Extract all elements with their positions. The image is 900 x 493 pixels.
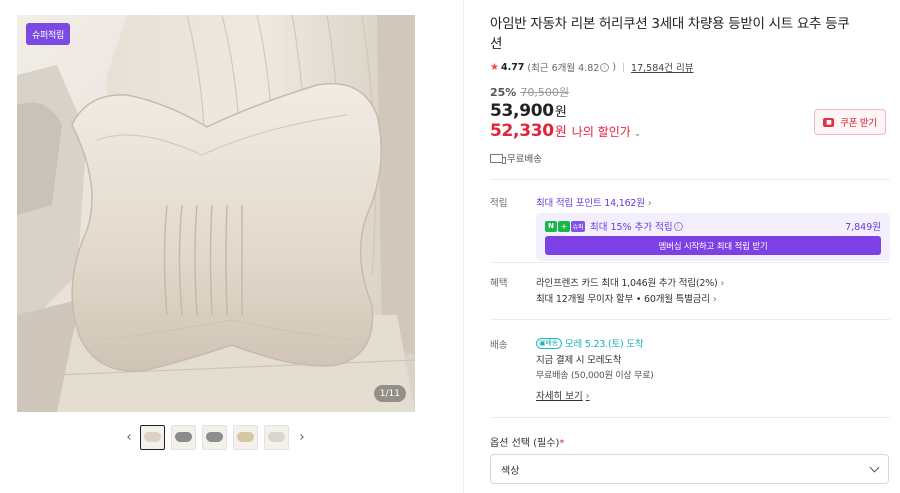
- extra-points-value: 7,849원: [845, 222, 881, 233]
- thumbnail-1[interactable]: [140, 424, 165, 450]
- naverplus-points-box: N + 슈퍼 최대 15% 추가 적립 i 7,849원 멤버십 시작하고 최대…: [536, 213, 890, 261]
- review-count-link[interactable]: 17,584건 리뷰: [631, 60, 693, 74]
- arrival-row: ▣ 배송 모레 5.23.(토) 도착: [536, 336, 644, 350]
- thumb-prev-icon[interactable]: ‹: [122, 424, 136, 450]
- extra-points-row: N + 슈퍼 최대 15% 추가 적립 i: [545, 219, 686, 233]
- divider: [490, 179, 890, 180]
- delivery-detail-link[interactable]: 자세히 보기 ›: [536, 388, 590, 402]
- delivery-badge-label: 배송: [545, 339, 558, 347]
- coupon-icon: ■: [823, 117, 835, 127]
- product-main-image[interactable]: 슈퍼적립 1/11: [17, 15, 415, 412]
- discount-percent: 25%: [490, 86, 517, 99]
- option-label-text: 옵션 선택 (필수): [490, 438, 560, 449]
- arrival-desc: 지금 결제 시 모레도착: [536, 355, 622, 366]
- thumbnail-3[interactable]: [202, 424, 227, 450]
- thumbnail-strip: ‹ ›: [122, 424, 309, 450]
- pillow-thumb-icon: [206, 432, 223, 442]
- max-points-text: 최대 적립 포인트 14,162원: [536, 198, 645, 209]
- pillow-thumb-icon: [237, 432, 254, 442]
- chevron-down-icon: ⌄: [633, 129, 642, 139]
- divider: [490, 319, 890, 320]
- original-price: 70,500원: [520, 86, 569, 99]
- info-icon[interactable]: i: [673, 221, 683, 231]
- free-shipping-desc: 무료배송 (50,000원 이상 무료): [536, 371, 654, 381]
- chevron-right-icon: ›: [712, 294, 717, 305]
- discount-row: 25% 70,500원: [490, 84, 890, 100]
- info-icon[interactable]: i: [600, 62, 610, 72]
- thumbnail-5[interactable]: [264, 424, 289, 450]
- delivery-label: 배송: [490, 340, 508, 351]
- super-badge-icon: 슈퍼: [571, 220, 585, 232]
- card-benefit-link[interactable]: 라인프렌즈 카드 최대 1,046원 추가 적립(2%) ›: [536, 275, 724, 289]
- sale-price: 53,900: [490, 101, 554, 121]
- truck-icon: [490, 153, 506, 164]
- extra-points-text: 최대 15% 추가 적립: [590, 222, 673, 233]
- detail-link-text: 자세히 보기: [536, 391, 583, 402]
- seat-cushion-illustration: [17, 15, 415, 412]
- option-label: 옵션 선택 (필수)*: [490, 434, 564, 449]
- chevron-down-icon: [869, 462, 880, 472]
- product-title: 아임반 자동차 리본 허리쿠션 3세대 차량용 등받이 시트 요추 등쿠션: [490, 16, 850, 52]
- required-mark: *: [559, 438, 565, 449]
- coupon-label: 쿠폰 받기: [840, 118, 877, 129]
- color-select-value: 색상: [501, 465, 520, 477]
- price-currency: 원: [554, 105, 567, 120]
- color-select[interactable]: 색상: [490, 454, 889, 484]
- star-icon: ★: [490, 61, 499, 73]
- benefits-label: 혜택: [490, 278, 508, 289]
- image-counter: 1/11: [373, 385, 406, 402]
- product-info: 아임반 자동차 리본 허리쿠션 3세대 차량용 등받이 시트 요추 등쿠션 ★ …: [490, 14, 890, 165]
- chevron-right-icon: ›: [585, 391, 590, 402]
- shipping-row: 무료배송: [490, 151, 890, 165]
- delivery-badge: ▣ 배송: [536, 337, 562, 349]
- my-price-currency: 원: [554, 125, 567, 140]
- pillow-thumb-icon: [144, 432, 161, 442]
- chevron-right-icon: ›: [647, 198, 652, 209]
- my-discount-price: 52,330: [490, 121, 554, 141]
- shipping-fee: 무료배송: [507, 154, 542, 165]
- rating-recent-close: ): [612, 61, 617, 73]
- thumbnail-2[interactable]: [171, 424, 196, 450]
- thumbnail-4[interactable]: [233, 424, 258, 450]
- installment-link[interactable]: 최대 12개월 무이자 할부 • 60개월 특별금리 ›: [536, 291, 717, 305]
- separator: [623, 62, 625, 72]
- panel-divider: [463, 0, 464, 493]
- my-discount-label: 나의 할인가: [571, 125, 631, 139]
- pillow-thumb-icon: [268, 432, 285, 442]
- rating-recent: (최근 6개월 4.82: [527, 63, 600, 74]
- divider: [490, 262, 890, 263]
- arrival-date: 모레 5.23.(토) 도착: [564, 339, 644, 350]
- rating-value: 4.77: [500, 61, 525, 73]
- max-points-link[interactable]: 최대 적립 포인트 14,162원 ›: [536, 195, 652, 209]
- chevron-right-icon: ›: [720, 278, 725, 289]
- membership-button[interactable]: 멤버십 시작하고 최대 적립 받기: [545, 236, 881, 255]
- naver-logo-icon: N: [545, 220, 557, 232]
- super-points-badge: 슈퍼적립: [26, 23, 70, 45]
- divider: [490, 417, 890, 418]
- plus-icon: +: [558, 220, 570, 232]
- installment-text: 최대 12개월 무이자 할부 • 60개월 특별금리: [536, 294, 710, 305]
- thumb-next-icon[interactable]: ›: [295, 424, 309, 450]
- points-label: 적립: [490, 198, 508, 209]
- rating-row: ★ 4.77 (최근 6개월 4.82 i ) 17,584건 리뷰: [490, 60, 890, 75]
- pillow-thumb-icon: [175, 432, 192, 442]
- card-benefit-text: 라인프렌즈 카드 최대 1,046원 추가 적립(2%): [536, 278, 718, 289]
- coupon-button[interactable]: ■ 쿠폰 받기: [814, 109, 886, 135]
